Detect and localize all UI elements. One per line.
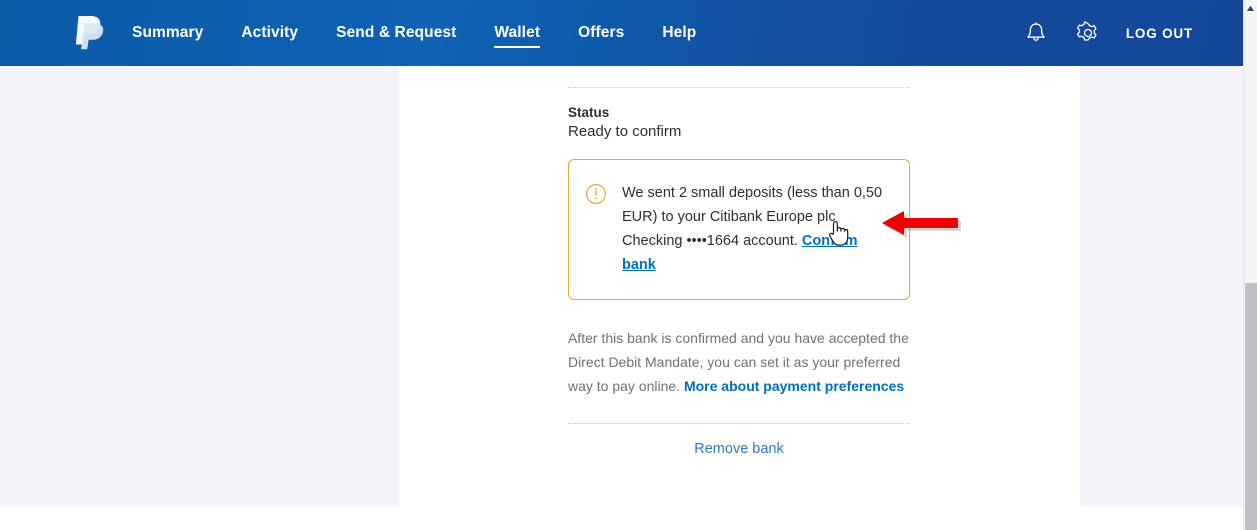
header-actions: LOG OUT — [1022, 19, 1193, 47]
divider-bottom — [568, 423, 910, 424]
browser-viewport: Summary Activity Send & Request Wallet O… — [0, 0, 1257, 530]
paypal-logo-icon[interactable] — [70, 13, 108, 53]
nav-item-summary[interactable]: Summary — [132, 0, 203, 66]
card-inner-column: Status Ready to confirm We sent 2 small … — [568, 66, 910, 458]
remove-bank-link[interactable]: Remove bank — [694, 441, 783, 457]
nav-item-wallet[interactable]: Wallet — [494, 0, 540, 66]
warning-circle-icon — [585, 183, 607, 205]
logout-button[interactable]: LOG OUT — [1126, 26, 1193, 41]
vertical-scrollbar[interactable] — [1243, 0, 1257, 530]
more-about-payment-preferences-link[interactable]: More about payment preferences — [684, 378, 904, 394]
scroll-up-arrow-icon[interactable] — [1244, 0, 1257, 16]
nav-item-help[interactable]: Help — [662, 0, 696, 66]
status-value: Ready to confirm — [568, 123, 682, 140]
main-navigation: Summary Activity Send & Request Wallet O… — [132, 0, 734, 66]
bell-icon[interactable] — [1022, 19, 1050, 47]
nav-label: Help — [662, 24, 697, 41]
payment-preferences-note: After this bank is confirmed and you hav… — [568, 326, 910, 398]
nav-item-activity[interactable]: Activity — [241, 0, 298, 66]
divider-top — [568, 87, 910, 88]
nav-label: Send & Request — [336, 24, 457, 41]
nav-label: Summary — [132, 24, 204, 41]
confirm-bank-alert: We sent 2 small deposits (less than 0,50… — [568, 159, 910, 300]
remove-bank-row: Remove bank — [568, 440, 910, 458]
status-label: Status — [568, 105, 610, 120]
nav-label: Offers — [578, 24, 625, 41]
alert-message: We sent 2 small deposits (less than 0,50… — [622, 181, 893, 277]
nav-item-send-request[interactable]: Send & Request — [336, 0, 456, 66]
gear-icon[interactable] — [1074, 19, 1102, 47]
nav-label: Activity — [241, 24, 299, 41]
site-header: Summary Activity Send & Request Wallet O… — [0, 0, 1243, 66]
nav-label: Wallet — [494, 24, 541, 41]
nav-item-offers[interactable]: Offers — [578, 0, 624, 66]
wallet-detail-card: Status Ready to confirm We sent 2 small … — [399, 66, 1080, 507]
scrollbar-thumb[interactable] — [1245, 283, 1257, 530]
